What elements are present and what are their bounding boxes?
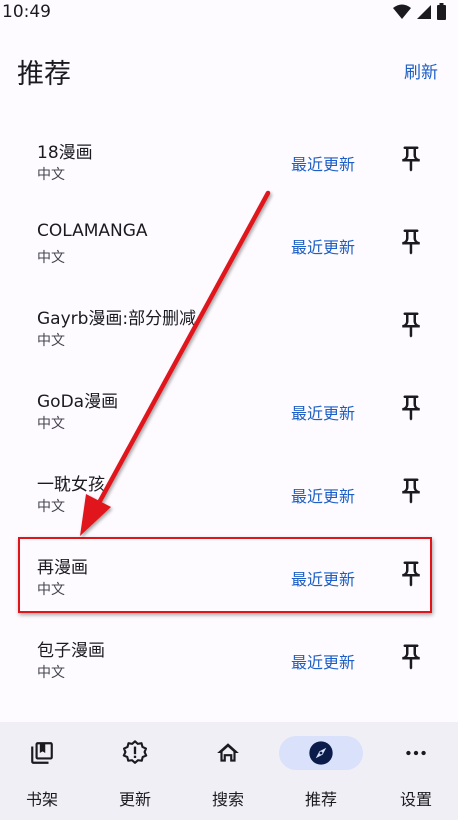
- pin-icon[interactable]: [396, 227, 426, 257]
- nav-label: 更新: [118, 790, 151, 809]
- nav-icon-container: [196, 736, 260, 770]
- home-icon: [217, 743, 239, 762]
- pin-icon[interactable]: [396, 476, 426, 506]
- bottom-navigation: 书架 更新 搜索 推荐 设置: [0, 722, 458, 820]
- nav-label: 搜索: [211, 790, 244, 809]
- pin-icon[interactable]: [396, 393, 426, 423]
- annotation-highlight-box: [18, 537, 432, 613]
- nav-item-updates[interactable]: 更新: [89, 722, 181, 820]
- nav-item-settings[interactable]: 设置: [370, 722, 458, 820]
- source-name: GoDa漫画: [37, 392, 119, 412]
- compass-icon: [309, 741, 333, 765]
- source-language: 中文: [37, 333, 65, 349]
- nav-active-indicator: [279, 736, 363, 770]
- source-language: 中文: [37, 167, 65, 183]
- source-name: Gayrb漫画:部分删减: [37, 309, 197, 329]
- pin-icon[interactable]: [396, 642, 426, 672]
- source-item[interactable]: 18漫画 中文 最近更新: [0, 118, 458, 201]
- battery-icon: [437, 3, 446, 20]
- source-name: 包子漫画: [37, 641, 105, 661]
- source-name: 一耽女孩: [37, 475, 105, 495]
- status-time: 10:49: [2, 2, 51, 22]
- more-horizontal-icon: [406, 750, 426, 756]
- source-language: 中文: [37, 250, 65, 266]
- latest-updates-button[interactable]: 最近更新: [291, 649, 355, 673]
- library-icon: [31, 742, 53, 764]
- latest-updates-button[interactable]: 最近更新: [291, 400, 355, 424]
- nav-item-search[interactable]: 搜索: [182, 722, 274, 820]
- source-item[interactable]: 包子漫画 中文 最近更新: [0, 616, 458, 699]
- nav-icon-container: [10, 736, 74, 770]
- source-language: 中文: [37, 665, 65, 681]
- status-bar: 10:49: [0, 0, 458, 26]
- nav-icon-container: [103, 736, 167, 770]
- source-language: 中文: [37, 416, 65, 432]
- source-name: COLAMANGA: [37, 221, 148, 241]
- wifi-icon: [393, 4, 411, 19]
- source-language: 中文: [37, 499, 65, 515]
- latest-updates-button[interactable]: 最近更新: [291, 234, 355, 258]
- latest-updates-button[interactable]: 最近更新: [291, 151, 355, 175]
- nav-label: 推荐: [304, 790, 337, 809]
- nav-label: 书架: [25, 790, 58, 809]
- source-item[interactable]: GoDa漫画 中文 最近更新: [0, 367, 458, 450]
- updates-alert-icon: [122, 740, 148, 764]
- pin-icon[interactable]: [396, 310, 426, 340]
- signal-icon: [417, 4, 431, 19]
- source-item[interactable]: Gayrb漫画:部分删减 中文: [0, 284, 458, 367]
- nav-label: 设置: [399, 790, 432, 809]
- pin-icon[interactable]: [396, 144, 426, 174]
- refresh-button[interactable]: 刷新: [404, 58, 438, 83]
- source-name: 18漫画: [37, 143, 93, 163]
- page-title: 推荐: [17, 59, 71, 90]
- header: 推荐 刷新: [0, 40, 458, 100]
- latest-updates-button[interactable]: 最近更新: [291, 483, 355, 507]
- source-item[interactable]: COLAMANGA 中文 最近更新: [0, 201, 458, 284]
- source-item[interactable]: 一耽女孩 中文 最近更新: [0, 450, 458, 533]
- nav-item-library[interactable]: 书架: [0, 722, 88, 820]
- status-icons: [393, 3, 446, 20]
- nav-item-recommend[interactable]: 推荐: [275, 722, 367, 820]
- nav-icon-container: [384, 736, 448, 770]
